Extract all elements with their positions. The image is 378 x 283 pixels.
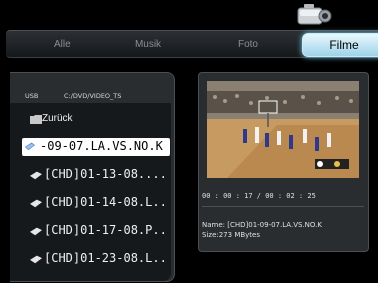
- playback-timecode: 00 : 00 : 17 / 00 : 02 : 25: [202, 192, 316, 200]
- list-item-label: [CHD]01-23-08.L..: [44, 251, 167, 265]
- folder-path: C:/DVD/VIDEO_TS: [64, 92, 122, 100]
- list-item[interactable]: [CHD]01-23-08.L..: [10, 247, 171, 271]
- file-list: Zurück -09-07.LA.VS.NO.K [CHD]01-13-08..…: [10, 103, 171, 281]
- tab-foto[interactable]: Foto: [228, 39, 268, 50]
- video-file-icon: [30, 255, 42, 264]
- folder-icon: [30, 115, 42, 124]
- tab-filme[interactable]: Filme: [302, 33, 378, 57]
- list-item-back[interactable]: Zurück: [10, 107, 171, 131]
- source-label: USB: [25, 92, 39, 100]
- list-item-label: [CHD]01-13-08....: [44, 167, 167, 181]
- file-name-info: Name: [CHD]01-09-07.LA.VS.NO.K: [202, 221, 322, 229]
- video-file-icon: [30, 171, 42, 180]
- video-file-icon: [25, 142, 35, 151]
- video-camera-icon: [297, 4, 332, 25]
- file-size-info: Size:273 MBytes: [202, 231, 260, 239]
- list-item[interactable]: [CHD]01-17-08.P..: [10, 219, 171, 243]
- tab-alle[interactable]: Alle: [54, 39, 71, 50]
- media-type-tabbar: Alle Musik Foto Filme: [6, 30, 378, 58]
- video-file-icon: [30, 199, 42, 208]
- tab-filme-label: Filme: [329, 38, 359, 52]
- preview-panel: 00 : 00 : 17 / 00 : 02 : 25 Name: [CHD]0…: [198, 72, 369, 252]
- divider: [202, 206, 364, 207]
- file-browser-panel: USB C:/DVD/VIDEO_TS Zurück -09-07.LA.VS.…: [10, 72, 175, 282]
- tab-musik[interactable]: Musik: [118, 39, 178, 50]
- list-item-label: [CHD]01-14-08.L..: [44, 195, 167, 209]
- list-item-label: -09-07.LA.VS.NO.K: [40, 139, 163, 153]
- list-item[interactable]: [CHD]01-13-08....: [10, 163, 171, 187]
- video-file-icon: [30, 227, 42, 236]
- list-item-selected[interactable]: -09-07.LA.VS.NO.K: [22, 138, 170, 156]
- list-item-label: Zurück: [42, 113, 73, 124]
- list-item-label: [CHD]01-17-08.P..: [44, 223, 167, 237]
- video-preview[interactable]: [207, 81, 359, 178]
- path-bar: USB C:/DVD/VIDEO_TS: [10, 89, 174, 102]
- list-item[interactable]: [CHD]01-14-08.L..: [10, 191, 171, 215]
